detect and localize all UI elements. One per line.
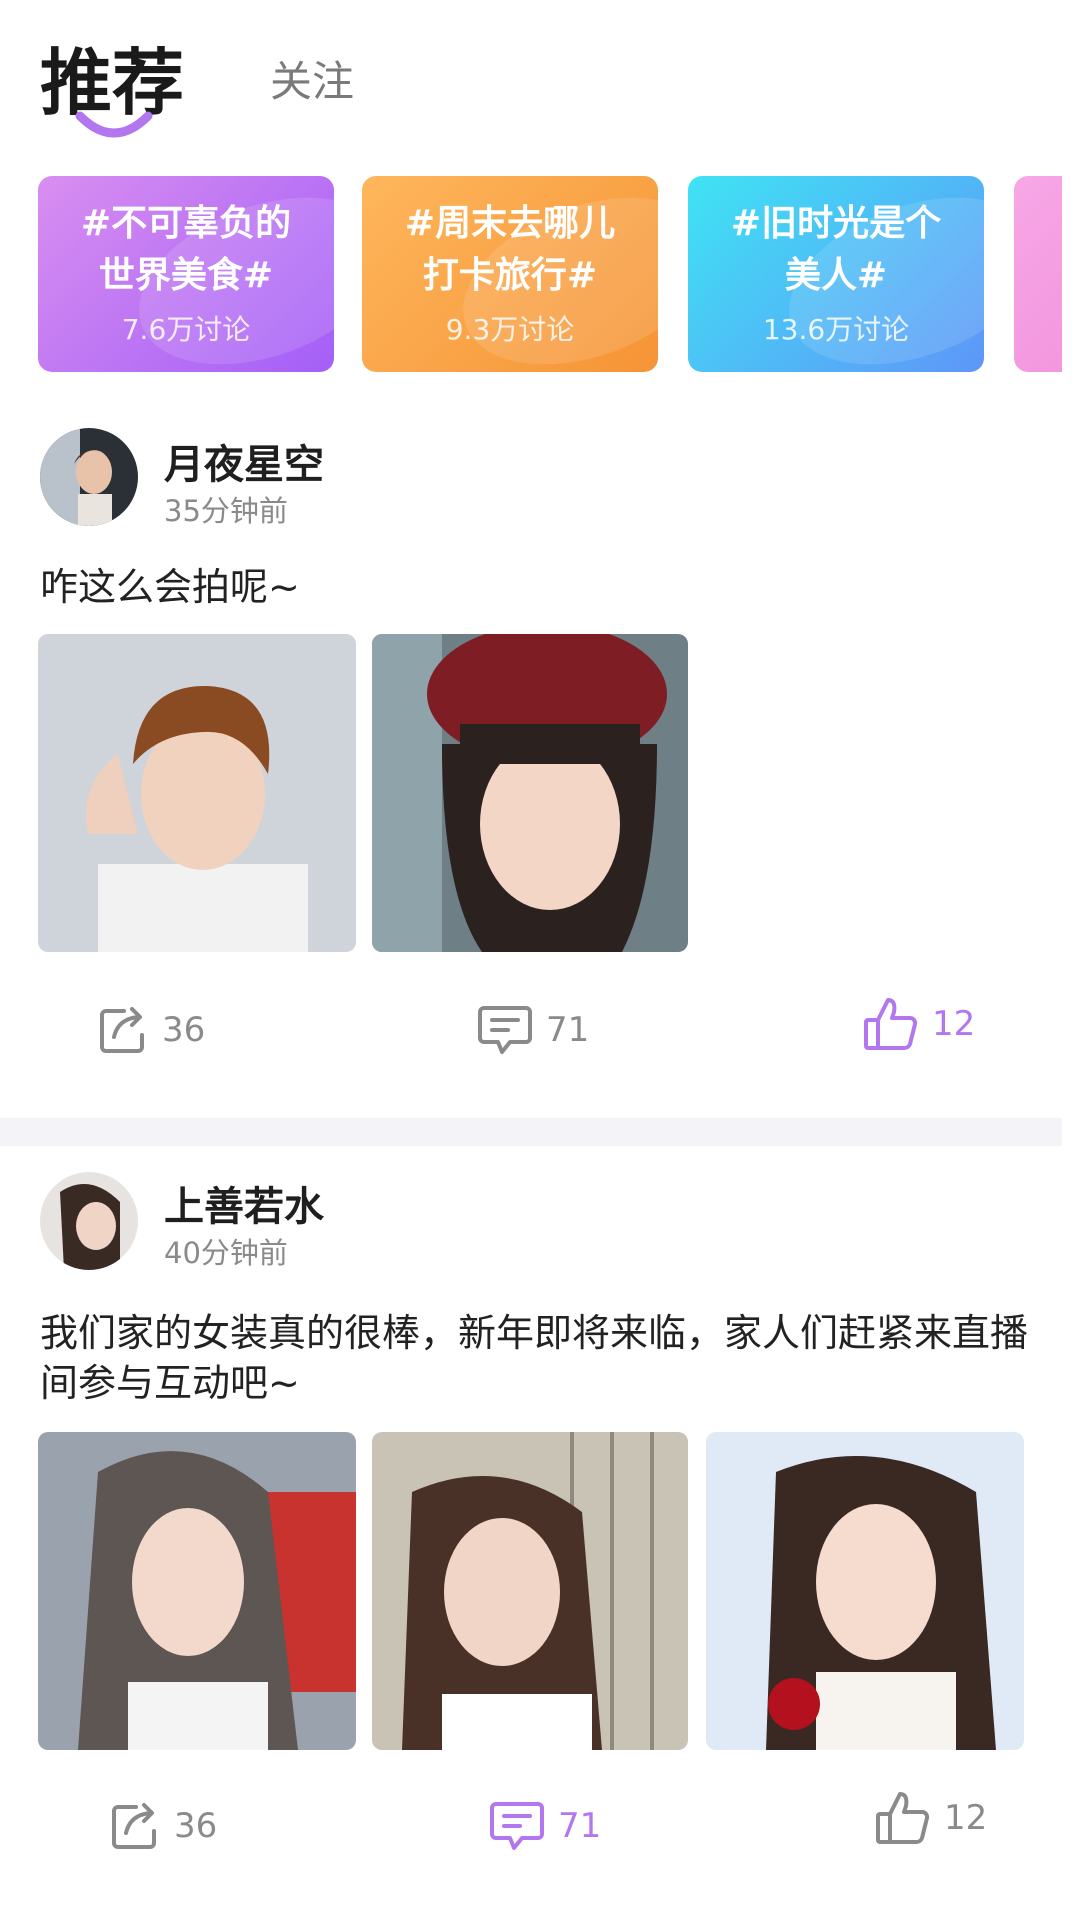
post-photo[interactable] — [372, 634, 688, 952]
comment-icon — [490, 1802, 544, 1850]
post-time: 40分钟前 — [164, 1236, 288, 1270]
share-icon — [100, 1007, 144, 1053]
comment-button[interactable]: 71 — [488, 1786, 601, 1866]
share-count: 36 — [174, 1806, 218, 1846]
topic-title-line: #不可辜负的 — [80, 203, 292, 244]
topic-carousel[interactable]: #不可辜负的 世界美食# 7.6万讨论 #周末去哪儿 打卡旅行# 9.3万讨论 … — [0, 176, 1080, 376]
share-button[interactable]: 36 — [98, 990, 205, 1070]
share-count: 36 — [162, 1010, 206, 1050]
topic-card[interactable]: #旧时光是个 美人# 13.6万讨论 — [688, 176, 984, 372]
post-separator — [0, 1118, 1062, 1146]
topic-title: #不可辜负的 世界美食# — [38, 198, 334, 302]
feed-tabs: 推荐 关注 — [40, 10, 1040, 150]
topic-title: #周末去哪儿 打卡旅行# — [362, 198, 658, 302]
topic-count: 13.6万讨论 — [762, 313, 910, 346]
like-count: 12 — [944, 1798, 988, 1838]
post-photo[interactable] — [38, 1432, 356, 1750]
topic-count: 7.6万讨论 — [121, 313, 251, 346]
post-actions: 36 71 12 — [0, 990, 1080, 1070]
topic-title-line: #周末去哪儿 — [404, 203, 616, 244]
topic-card[interactable]: #不可辜负的 世界美食# 7.6万讨论 — [38, 176, 334, 372]
thumbs-up-icon — [864, 998, 918, 1050]
post-photo[interactable] — [38, 634, 356, 952]
avatar[interactable] — [40, 1172, 138, 1270]
topic-title-line: 世界美食# — [98, 255, 274, 296]
topic-title-line: 美人# — [784, 255, 888, 296]
thumbs-up-icon — [876, 1792, 930, 1844]
share-icon — [112, 1803, 156, 1849]
post-text: 我们家的女装真的很棒，新年即将来临，家人们赶紧来直播间参与互动吧~ — [40, 1311, 1029, 1405]
comment-count: 71 — [546, 1010, 590, 1050]
author-name[interactable]: 上善若水 — [164, 1174, 324, 1232]
share-button[interactable]: 36 — [110, 1786, 217, 1866]
topic-title: #旧时光是个 美人# — [688, 198, 984, 302]
tab-follow[interactable]: 关注 — [270, 48, 354, 109]
like-button[interactable]: 12 — [862, 984, 975, 1064]
screen-edge — [1062, 0, 1080, 1920]
like-button[interactable]: 12 — [874, 1778, 987, 1858]
topic-count: 9.3万讨论 — [445, 313, 575, 346]
post-actions: 36 71 12 — [0, 1786, 1080, 1866]
comment-icon — [478, 1006, 532, 1054]
author-name[interactable]: 月夜星空 — [164, 432, 324, 490]
topic-title-line: 打卡旅行# — [422, 255, 598, 296]
post-time: 35分钟前 — [164, 494, 288, 528]
post-photo[interactable] — [372, 1432, 688, 1750]
topic-card[interactable]: #周末去哪儿 打卡旅行# 9.3万讨论 — [362, 176, 658, 372]
topic-title-line: #旧时光是个 — [730, 203, 942, 244]
like-count: 12 — [932, 1004, 976, 1044]
comment-count: 71 — [558, 1806, 602, 1846]
avatar[interactable] — [40, 428, 138, 526]
post-photo[interactable] — [706, 1432, 1024, 1750]
tab-active-indicator — [75, 111, 153, 138]
comment-button[interactable]: 71 — [476, 990, 589, 1070]
post-text: 咋这么会拍呢~ — [40, 565, 300, 609]
